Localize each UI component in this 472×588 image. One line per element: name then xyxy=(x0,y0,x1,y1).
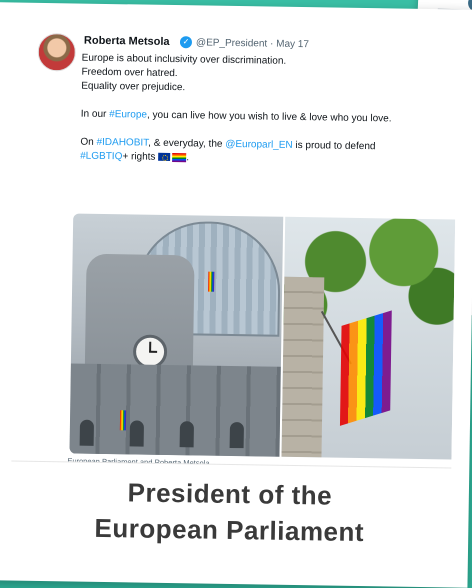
title-line-2: European Parliament xyxy=(94,512,365,548)
text: is proud to defend xyxy=(292,139,376,153)
rainbow-flag-icon xyxy=(208,271,215,292)
author-handle-and-date: @EP_President · May 17 xyxy=(195,37,310,51)
hashtag-lgbtiq[interactable]: #LGBTIQ xyxy=(80,151,122,163)
tweet-screenshot: Roberta Metsola ✓ @EP_President · May 17… xyxy=(11,12,459,469)
rainbow-flag-icon xyxy=(119,410,127,431)
text: , & everyday, the xyxy=(148,137,226,150)
tweet-photo-parliament-building[interactable] xyxy=(69,213,284,457)
rainbow-flag-icon xyxy=(339,310,392,426)
tweet-photo-rainbow-flag[interactable] xyxy=(281,216,456,460)
eu-flag-icon xyxy=(158,153,171,162)
author-avatar xyxy=(37,32,77,72)
card-title: President of the European Parliament xyxy=(0,472,469,551)
window xyxy=(179,421,195,448)
hashtag-idahobit[interactable]: #IDAHOBIT xyxy=(96,137,148,149)
verified-badge-icon: ✓ xyxy=(179,36,193,49)
text: In our xyxy=(80,108,110,121)
author-name: Roberta Metsola xyxy=(83,34,170,48)
window xyxy=(79,419,95,446)
mention-europarl[interactable]: @Europarl_EN xyxy=(225,139,293,151)
photo-caption: European Parliament and Roberta Metsola xyxy=(67,456,210,468)
window xyxy=(129,420,145,447)
tweet-body: Europe is about inclusivity over discrim… xyxy=(80,52,458,170)
hashtag-europe[interactable]: #Europe xyxy=(109,109,147,121)
text: + rights xyxy=(122,151,156,163)
building-facade xyxy=(69,363,281,457)
polaroid-card: Roberta Metsola ✓ @EP_President · May 17… xyxy=(0,2,472,588)
window xyxy=(229,421,245,449)
side-building xyxy=(281,276,325,458)
author-handle: @EP_President xyxy=(195,37,268,50)
text: On xyxy=(80,136,97,148)
rainbow-flag-icon xyxy=(172,152,187,163)
text: , you can live how you wish to live & lo… xyxy=(146,109,392,125)
tweet-date: May 17 xyxy=(276,38,310,51)
